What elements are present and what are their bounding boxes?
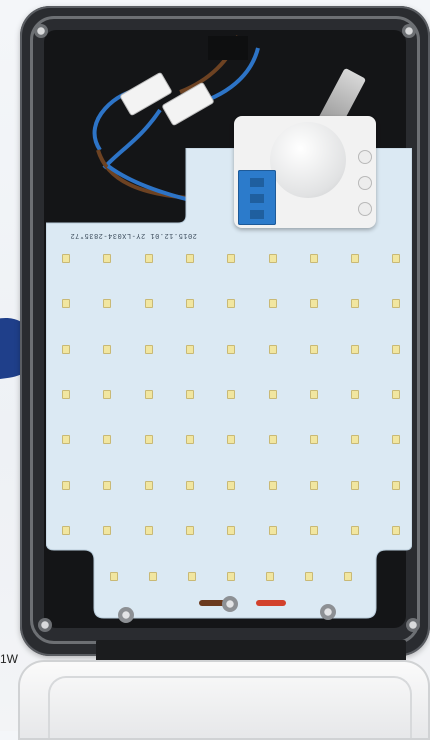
led-chip [309,525,318,535]
led-chip [268,480,277,490]
led-chip [351,435,360,445]
led-chip [62,480,70,490]
terminal-slot [250,210,264,219]
led-chip [103,344,112,354]
led-chip [185,480,194,490]
led-chip [103,299,112,309]
led-chip [309,435,318,445]
led-chip [266,572,274,581]
led-chip [309,480,318,490]
led-chip [392,344,401,354]
led-chip [62,299,70,309]
led-chip [185,525,194,535]
led-chip [185,344,194,354]
led-chip [392,299,401,309]
led-chip [227,254,236,263]
led-chip [305,572,313,581]
led-chip [144,525,153,535]
board-screw [222,596,238,612]
led-chip [227,435,236,445]
led-chip [103,525,112,535]
led-chip [268,254,277,263]
led-chip [227,344,236,354]
led-chip [227,389,236,399]
led-chip [62,389,70,399]
led-chip [309,389,318,399]
led-chip [103,480,112,490]
led-chip [110,572,118,581]
led-chip [309,254,318,263]
board-marking: 2015.12.01 2Y-LX034-2835*72 [70,231,197,239]
led-chip [268,525,277,535]
led-chip [227,525,236,535]
led-chip [392,525,401,535]
terminal-slot [250,194,264,203]
led-chip [185,254,194,263]
led-chip [309,344,318,354]
led-chip [144,480,153,490]
led-chip [62,344,70,354]
led-chip [62,254,70,263]
led-chip [185,435,194,445]
led-chip [268,344,277,354]
led-chip [351,389,360,399]
red-lead [256,600,286,606]
led-chip [351,299,360,309]
led-chip [344,572,352,581]
adjust-knob [358,176,372,190]
led-chip [103,435,112,445]
led-chip [351,480,360,490]
led-chip [227,572,235,581]
led-chip [268,299,277,309]
led-chip [392,254,401,263]
led-chip [309,299,318,309]
led-chip [392,389,401,399]
led-chip [144,389,153,399]
led-chip [188,572,196,581]
led-chip [351,525,360,535]
led-chip [149,572,157,581]
led-chip [103,389,112,399]
led-chip [351,254,360,263]
led-chip [144,299,153,309]
led-chip [144,344,153,354]
adjust-knob [358,150,372,164]
board-screw [118,607,134,623]
led-chip [268,389,277,399]
adjust-knob [358,202,372,216]
board-screw [320,604,336,620]
led-chip [392,480,401,490]
lid-inner-rim [48,676,412,738]
pir-sensor-dome [270,122,346,198]
led-chip [268,435,277,445]
led-chip [227,480,236,490]
led-chip [227,299,236,309]
led-chip [185,389,194,399]
led-chip [62,435,70,445]
led-chip [103,254,112,263]
led-chip [144,254,153,263]
led-chip [62,525,70,535]
terminal-slot [250,178,264,187]
led-chip [185,299,194,309]
led-chip [351,344,360,354]
led-chip [392,435,401,445]
led-chip [144,435,153,445]
